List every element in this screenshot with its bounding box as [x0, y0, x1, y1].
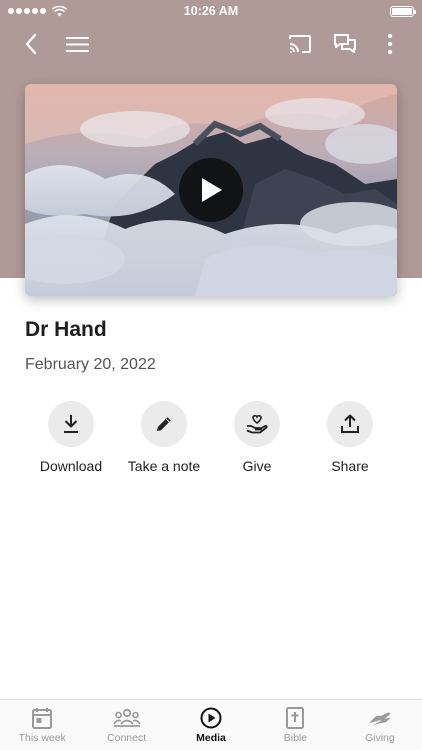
chevron-left-icon — [25, 33, 37, 55]
tab-media-label: Media — [196, 732, 226, 744]
people-group-icon — [112, 708, 141, 727]
share-label: Share — [331, 458, 369, 474]
tab-giving[interactable]: Giving — [338, 700, 422, 750]
bible-icon — [286, 707, 305, 729]
hamburger-menu-icon — [65, 36, 89, 52]
tab-bible-label: Bible — [283, 732, 308, 744]
media-date: February 20, 2022 — [25, 356, 156, 373]
give-heart-hand-icon — [246, 414, 268, 434]
give-label: Give — [242, 458, 272, 474]
download-label: Download — [39, 458, 103, 474]
share-upload-icon — [341, 414, 359, 433]
video-player[interactable] — [25, 84, 397, 296]
signal-area — [8, 5, 67, 17]
hand-giving-icon — [368, 712, 391, 726]
take-note-button-circle[interactable] — [141, 401, 187, 447]
menu-button[interactable] — [61, 28, 93, 60]
tab-connect-label: Connect — [107, 732, 147, 744]
tab-this-week-label: This week — [18, 732, 66, 744]
calendar-icon — [32, 708, 53, 729]
wifi-icon — [52, 5, 67, 16]
pencil-icon — [157, 417, 171, 431]
play-button[interactable] — [179, 158, 243, 222]
signal-strength-icon — [8, 8, 46, 14]
top-nav — [0, 22, 422, 66]
tab-connect[interactable]: Connect — [84, 700, 168, 750]
action-row: Download Take a note Give Share — [0, 401, 422, 481]
chat-button[interactable] — [329, 28, 361, 60]
tab-this-week[interactable]: This week — [0, 700, 84, 750]
give-button-circle[interactable] — [234, 401, 280, 447]
tab-giving-label: Giving — [364, 732, 395, 744]
more-vertical-icon — [387, 33, 393, 55]
tab-bar: This week Connect Media Bible Giving — [0, 699, 422, 750]
battery-icon — [390, 5, 416, 17]
tab-bible[interactable]: Bible — [253, 700, 337, 750]
download-icon — [64, 415, 78, 433]
download-button-circle[interactable] — [48, 401, 94, 447]
take-note-button[interactable]: Take a note — [114, 401, 214, 474]
play-circle-icon — [200, 707, 222, 729]
tab-media[interactable]: Media — [169, 700, 253, 750]
share-button-circle[interactable] — [327, 401, 373, 447]
cast-button[interactable] — [284, 28, 316, 60]
status-bar: 10:26 AM — [0, 0, 422, 22]
back-button[interactable] — [15, 28, 47, 60]
chat-icon — [334, 34, 356, 53]
share-button[interactable]: Share — [300, 401, 400, 474]
cast-icon — [289, 35, 311, 53]
more-button[interactable] — [374, 28, 406, 60]
give-button[interactable]: Give — [207, 401, 307, 474]
play-icon — [202, 178, 222, 202]
media-title: Dr Hand — [25, 318, 107, 341]
download-button[interactable]: Download — [21, 401, 121, 474]
take-note-label: Take a note — [127, 458, 201, 474]
